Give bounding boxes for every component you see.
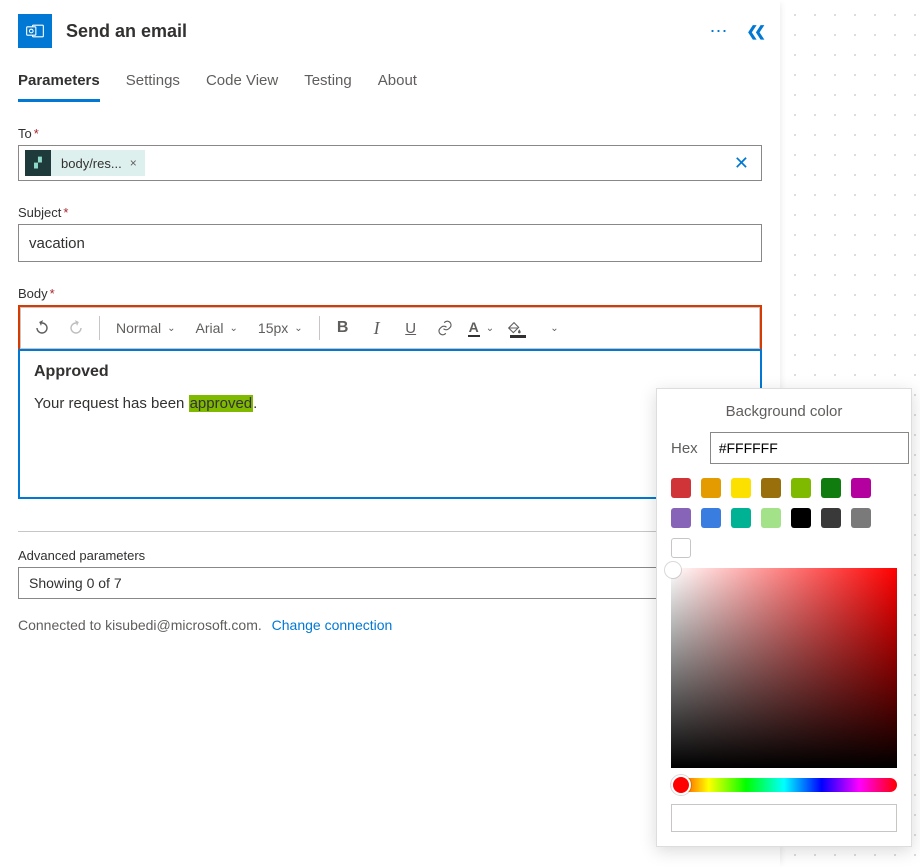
advanced-select-value: Showing 0 of 7 <box>29 575 122 591</box>
block-format-select[interactable]: Normal ⌄ <box>108 313 184 343</box>
chevron-down-icon: ⌄ <box>486 323 494 334</box>
tab-parameters[interactable]: Parameters <box>18 66 100 102</box>
body-editor[interactable]: Approved Your request has been approved. <box>18 349 762 499</box>
toolbar-separator <box>319 316 320 340</box>
color-swatch[interactable] <box>761 478 781 498</box>
hex-row: Hex <box>671 432 897 464</box>
rich-text-toolbar: Normal⌄ Arial⌄ 15px⌄ B I U A⌄ ⌄ <box>20 307 760 349</box>
required-marker: * <box>63 205 68 220</box>
chevron-down-icon: ⌄ <box>294 323 302 334</box>
color-swatch[interactable] <box>851 508 871 528</box>
subject-label-text: Subject <box>18 205 61 220</box>
to-label-text: To <box>18 126 32 141</box>
token-icon: ▞ <box>25 150 51 176</box>
hue-slider[interactable] <box>671 778 897 792</box>
underline-button[interactable]: U <box>396 313 426 343</box>
hex-label: Hex <box>671 440 698 457</box>
header-actions: ⋯ ❮❮ <box>710 22 762 40</box>
font-color-button[interactable]: A⌄ <box>464 313 499 343</box>
body-label-text: Body <box>18 286 48 301</box>
color-swatch[interactable] <box>821 508 841 528</box>
color-preview-box <box>671 804 897 832</box>
font-size-value: 15px <box>258 320 288 336</box>
color-swatch[interactable] <box>671 508 691 528</box>
tab-code-view[interactable]: Code View <box>206 66 278 102</box>
color-swatch[interactable] <box>731 508 751 528</box>
font-family-select[interactable]: Arial ⌄ <box>188 313 246 343</box>
redo-button[interactable] <box>61 313 91 343</box>
tab-about[interactable]: About <box>378 66 417 102</box>
body-heading: Approved <box>34 363 746 381</box>
subject-input[interactable]: vacation <box>18 224 762 262</box>
hex-input[interactable] <box>710 432 909 464</box>
body-line-prefix: Your request has been <box>34 395 189 412</box>
required-marker: * <box>34 126 39 141</box>
advanced-row: Showing 0 of 7 ⌄ Show all <box>18 567 762 599</box>
color-swatch[interactable] <box>671 478 691 498</box>
to-input[interactable]: ▞ body/res... × ✕ <box>18 145 762 181</box>
divider <box>18 531 762 532</box>
color-swatch[interactable] <box>701 508 721 528</box>
body-line-highlight: approved <box>189 395 254 412</box>
color-swatch[interactable] <box>731 478 751 498</box>
color-swatch[interactable] <box>791 508 811 528</box>
saturation-picker[interactable] <box>671 568 897 768</box>
italic-button[interactable]: I <box>362 313 392 343</box>
more-icon[interactable]: ⋯ <box>710 22 729 40</box>
undo-button[interactable] <box>27 313 57 343</box>
color-swatch[interactable] <box>821 478 841 498</box>
collapse-icon[interactable]: ❮❮ <box>747 23 762 40</box>
body-line-suffix: . <box>253 395 257 412</box>
panel-title: Send an email <box>66 21 710 42</box>
to-token[interactable]: ▞ body/res... × <box>25 150 145 176</box>
color-swatches <box>671 478 897 528</box>
advanced-label: Advanced parameters <box>18 548 762 563</box>
clear-icon[interactable]: ✕ <box>728 153 755 174</box>
chevron-down-icon: ⌄ <box>230 323 238 334</box>
connection-row: Connected to kisubedi@microsoft.com. Cha… <box>18 617 762 633</box>
no-color-swatch[interactable] <box>671 538 691 558</box>
font-color-icon: A <box>468 319 480 337</box>
token-remove-icon[interactable]: × <box>130 156 137 170</box>
color-picker-popover: Background color Hex <box>656 388 912 847</box>
header: Send an email ⋯ ❮❮ <box>18 0 762 66</box>
to-label: To* <box>18 126 762 141</box>
underline-bar <box>510 335 526 338</box>
subject-label: Subject* <box>18 205 762 220</box>
body-line: Your request has been approved. <box>34 395 746 412</box>
highlight-color-button[interactable]: ⌄ <box>502 313 562 343</box>
connection-text: Connected to kisubedi@microsoft.com. <box>18 617 262 633</box>
body-label: Body* <box>18 286 762 301</box>
token-text: body/res... <box>61 156 122 171</box>
chevron-down-icon: ⌄ <box>167 323 175 334</box>
link-button[interactable] <box>430 313 460 343</box>
bold-button[interactable]: B <box>328 313 358 343</box>
font-family-value: Arial <box>196 320 224 336</box>
color-swatch[interactable] <box>761 508 781 528</box>
color-swatch[interactable] <box>851 478 871 498</box>
color-swatch[interactable] <box>791 478 811 498</box>
color-swatch[interactable] <box>701 478 721 498</box>
advanced-select[interactable]: Showing 0 of 7 ⌄ <box>18 567 691 599</box>
hue-thumb[interactable] <box>671 775 691 795</box>
tab-settings[interactable]: Settings <box>126 66 180 102</box>
outlook-icon <box>18 14 52 48</box>
chevron-down-icon: ⌄ <box>550 323 558 334</box>
font-size-select[interactable]: 15px ⌄ <box>250 313 311 343</box>
tab-testing[interactable]: Testing <box>304 66 352 102</box>
change-connection-link[interactable]: Change connection <box>272 617 393 633</box>
required-marker: * <box>50 286 55 301</box>
tabs: Parameters Settings Code View Testing Ab… <box>18 66 762 102</box>
subject-value: vacation <box>29 235 85 252</box>
toolbar-separator <box>99 316 100 340</box>
saturation-thumb[interactable] <box>665 562 681 578</box>
color-picker-title: Background color <box>671 403 897 420</box>
body-toolbar-highlight: Normal⌄ Arial⌄ 15px⌄ B I U A⌄ ⌄ <box>18 305 762 351</box>
block-format-value: Normal <box>116 320 161 336</box>
